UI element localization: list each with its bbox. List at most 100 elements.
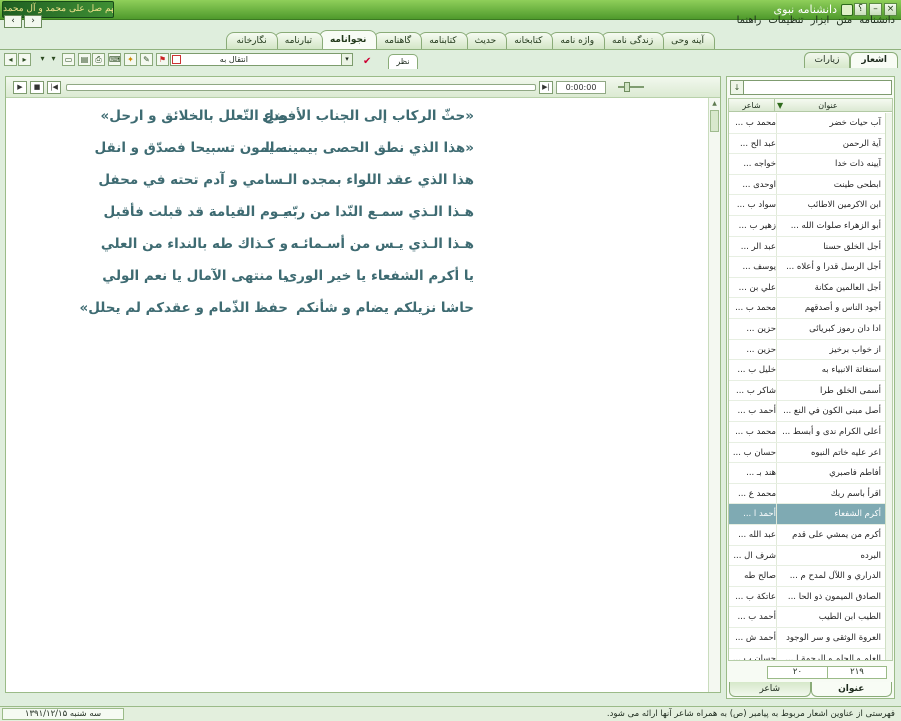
highlight-icon[interactable]: ✦ bbox=[124, 53, 137, 66]
list-item-title: از خواب برخیز bbox=[829, 344, 881, 355]
list-item[interactable]: محمد ب ... أجود الناس و أصدقهم bbox=[729, 298, 885, 319]
tab-poems[interactable]: اشعار bbox=[850, 52, 898, 68]
tab-chronology[interactable]: گاهنامه bbox=[373, 32, 423, 49]
column-header-poet[interactable]: شاعر bbox=[729, 99, 775, 112]
list-scrollbar[interactable] bbox=[885, 113, 892, 660]
list-header: شاعر عنوان ▼ bbox=[729, 99, 892, 112]
note-icon[interactable]: ✎ bbox=[140, 53, 153, 66]
tab-biography[interactable]: زندگی نامه bbox=[601, 32, 665, 49]
play-button[interactable]: ▶ bbox=[13, 81, 27, 94]
search-arrow-icon[interactable]: ↓ bbox=[731, 81, 744, 94]
menu-item-tools[interactable]: ابزار bbox=[811, 15, 830, 26]
tab-sort-title[interactable]: عنوان bbox=[810, 682, 892, 697]
list-item[interactable]: شاكر ب ... أسمى الخلق طرا bbox=[729, 380, 885, 402]
tab-comment[interactable]: نظر bbox=[388, 54, 418, 69]
list-item[interactable]: أحمد ب ... الطيب ابن الطيب bbox=[729, 607, 885, 628]
verse-second-hemistich: ـسامي و آدم تحته في محفل bbox=[98, 172, 288, 188]
scroll-up-icon[interactable]: ▲ bbox=[710, 99, 719, 108]
list-item-title: الدراري و اللآل لمدح م ... bbox=[789, 571, 881, 582]
menu-item-help[interactable]: راهنما bbox=[737, 15, 762, 26]
list-item-poet: يوسف ... bbox=[742, 262, 777, 273]
list-item[interactable]: هند بـ ... أفاطم فاصبري bbox=[729, 463, 885, 484]
tab-najvanameh[interactable]: نجوانامه bbox=[318, 30, 378, 49]
checkmark-icon[interactable]: ✔ bbox=[363, 56, 377, 68]
list-item-poet: أحمد ش ... bbox=[735, 633, 776, 643]
volume-track[interactable] bbox=[618, 86, 644, 88]
list-item[interactable]: علي بن ... أجل العالمين مكانة bbox=[729, 277, 885, 299]
menu-item-text[interactable]: متن bbox=[836, 15, 852, 26]
tab-gallery[interactable]: نگارخانه bbox=[225, 32, 278, 49]
tab-hadith[interactable]: حدیث bbox=[463, 32, 508, 49]
down-arrow-icon[interactable]: ▾ bbox=[47, 53, 60, 66]
verse-first-hemistich: «هذا الذي نطق الحصى بيمينه الـ bbox=[260, 140, 474, 156]
volume-slider-handle[interactable] bbox=[624, 82, 630, 92]
audio-player: ▶ ■ |◀ ▶| 0:00:00 bbox=[6, 77, 720, 98]
poem-verse: يا أكرم الشفعاء يا خير الورى يا منتهى ال… bbox=[6, 268, 708, 300]
bookmark-icon[interactable]: ▭ bbox=[62, 53, 75, 66]
list-item[interactable]: سواد ب ... ابن الاكرمين الاطائب bbox=[729, 195, 885, 216]
list-item[interactable]: خليل ب ... استغاثة الانبياء به bbox=[729, 360, 885, 381]
list-item-poet: علي بن ... bbox=[738, 282, 776, 293]
list-item[interactable]: حسان ب ... العلم و الحلم و الرحمة ا ... bbox=[729, 648, 885, 660]
audio-progress-track[interactable] bbox=[66, 84, 536, 91]
list-item[interactable]: اوحدی ... ابطحی طینت bbox=[729, 174, 885, 196]
list-item[interactable]: أحمد ب ... أصل مبنى الكون في النع ... bbox=[729, 401, 885, 422]
list-item[interactable]: شرف ال ... البرده bbox=[729, 545, 885, 567]
print-icon[interactable]: ⎙ bbox=[92, 53, 105, 66]
nav-forward-button[interactable]: › bbox=[24, 15, 42, 28]
list-item[interactable]: زهير ب ... أبو الزهراء صلوات الله ... bbox=[729, 216, 885, 237]
rewind-button[interactable]: |◀ bbox=[47, 81, 61, 94]
list-search-input[interactable]: ↓ bbox=[730, 80, 892, 95]
column-header-title[interactable]: عنوان bbox=[775, 99, 881, 112]
list-item[interactable]: أحمد ش ... العروة الوثقى و سر الوجود bbox=[729, 628, 885, 649]
list-item-poet: محمد ب ... bbox=[735, 303, 776, 314]
list-item[interactable]: محمد ع ... اقرأ باسم ربك bbox=[729, 483, 885, 505]
tab-bibliography[interactable]: کتابنامه bbox=[418, 32, 468, 49]
scrollbar-thumb[interactable] bbox=[710, 110, 719, 132]
tab-genealogy[interactable]: تبارنامه bbox=[273, 32, 323, 49]
tab-sort-poet[interactable]: شاعر bbox=[729, 682, 811, 697]
verse-second-hemistich: يـوم القيامة قد قبلت فأقبل bbox=[103, 204, 288, 220]
reader-scrollbar[interactable]: ▲ bbox=[708, 98, 720, 692]
menu-item-encyclopedia[interactable]: دانشنامه bbox=[859, 15, 895, 26]
list-item-poet: هند بـ ... bbox=[746, 468, 776, 479]
flag-icon[interactable]: ⚑ bbox=[156, 53, 169, 66]
back-circle-icon[interactable]: ◂ bbox=[4, 53, 17, 66]
list-item[interactable]: عبد الله ... أكرم من يمشي على قدم bbox=[729, 525, 885, 546]
tab-ziyarat[interactable]: زیارات bbox=[803, 52, 851, 68]
print-preview-icon[interactable]: ▤ bbox=[78, 53, 91, 66]
list-item[interactable]: أحمد ا ... أكرم الشفعاء bbox=[729, 504, 885, 525]
menu: دانشنامه متن ابزار تنظیمات راهنما bbox=[737, 15, 895, 26]
verse-second-hemistich: حفظ الذّمام و عقدكم لم يحلل» bbox=[79, 300, 288, 316]
verse-first-hemistich: «حثّ الركاب إلى الجناب الأفضل bbox=[262, 108, 474, 124]
list-item-poet: شاكر ب ... bbox=[736, 385, 776, 396]
chevron-down-icon[interactable]: ▾ bbox=[341, 54, 352, 65]
keyboard-icon[interactable]: ⌨ bbox=[108, 53, 121, 66]
menu-item-settings[interactable]: تنظیمات bbox=[768, 15, 803, 26]
transfer-select[interactable]: انتقال به ▾ bbox=[170, 53, 353, 66]
list-item-poet: عاتكة ب ... bbox=[735, 591, 776, 602]
list-item[interactable]: عبد الر ... أجل الخلق حسنا bbox=[729, 236, 885, 258]
count-right: ۲۱۹ bbox=[827, 667, 886, 678]
tab-ayeneh-vahy[interactable]: آینه وحی bbox=[660, 32, 715, 49]
list-item[interactable]: يوسف ... أجل الرسل قدرا و أعلاه ... bbox=[729, 257, 885, 278]
list-item[interactable]: صالح طه الدراري و اللآل لمدح م ... bbox=[729, 566, 885, 587]
list-item[interactable]: خواجه ... آیینه ذات خدا bbox=[729, 154, 885, 175]
list-item[interactable]: عاتكة ب ... الصادق الميمون ذو الحا ... bbox=[729, 586, 885, 608]
poem-list-panel: ↓ شاعر عنوان ▼ محمد ب ... آب حیات خضر عبد … bbox=[726, 76, 895, 699]
list-item[interactable]: حزین ... ادا دان رموز کبریائی bbox=[729, 319, 885, 340]
nav-back-button[interactable]: ‹ bbox=[4, 15, 22, 28]
tab-library[interactable]: کتابخانه bbox=[503, 32, 554, 49]
list-item[interactable]: حسان ب ... اعر عليه خاتم النبوه bbox=[729, 442, 885, 464]
list-item[interactable]: محمد ب ... آب حیات خضر bbox=[729, 113, 885, 134]
skip-forward-button[interactable]: ▶| bbox=[539, 81, 553, 94]
list-item[interactable]: عبد الح ... آية الرحمن bbox=[729, 133, 885, 155]
list-item-poet: محمد ب ... bbox=[735, 118, 776, 128]
forward-circle-icon[interactable]: ▸ bbox=[18, 53, 31, 66]
tab-glossary[interactable]: واژه نامه bbox=[549, 32, 606, 49]
stop-button[interactable]: ■ bbox=[30, 81, 44, 94]
list-item[interactable]: حزین ... از خواب برخیز bbox=[729, 339, 885, 361]
poem-list: شاعر عنوان ▼ محمد ب ... آب حیات خضر عبد ال… bbox=[728, 98, 893, 661]
verse-first-hemistich: هذا الذي عقد اللواء بمجده الـ bbox=[282, 172, 474, 188]
list-item[interactable]: محمد ب ... أعلى الكرام ندى و أبسط ... bbox=[729, 422, 885, 443]
